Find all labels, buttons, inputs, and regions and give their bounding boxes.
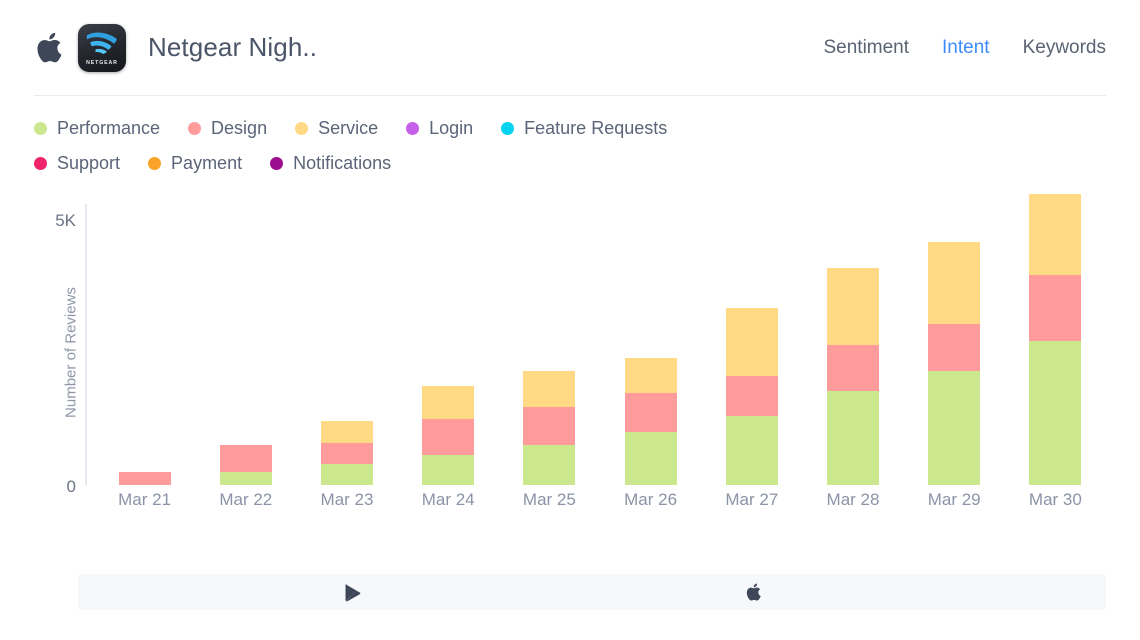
- legend-item-label: Notifications: [293, 153, 391, 174]
- x-axis-label: Mar 30: [1005, 490, 1105, 510]
- legend-item-feature-requests[interactable]: Feature Requests: [501, 118, 667, 139]
- tab-intent[interactable]: Intent: [942, 37, 990, 59]
- x-axis-label: Mar 21: [95, 490, 195, 510]
- legend-item-notifications[interactable]: Notifications: [270, 153, 391, 174]
- x-axis-label: Mar 24: [398, 490, 498, 510]
- bar-segment-design[interactable]: [625, 393, 677, 432]
- legend-color-dot: [188, 122, 201, 135]
- legend-color-dot: [270, 157, 283, 170]
- bar-segment-service[interactable]: [625, 358, 677, 393]
- legend-color-dot: [406, 122, 419, 135]
- legend-color-dot: [148, 157, 161, 170]
- bar-segment-design[interactable]: [1029, 275, 1081, 341]
- x-axis-label: Mar 28: [803, 490, 903, 510]
- legend-item-support[interactable]: Support: [34, 153, 120, 174]
- legend-item-design[interactable]: Design: [188, 118, 267, 139]
- bar-column[interactable]: [625, 358, 677, 485]
- x-axis-label: Mar 23: [297, 490, 397, 510]
- bar-segment-performance[interactable]: [726, 416, 778, 485]
- bar-segment-service[interactable]: [523, 371, 575, 407]
- bar-column[interactable]: [119, 472, 171, 485]
- bar-segment-service[interactable]: [321, 421, 373, 443]
- legend-item-payment[interactable]: Payment: [148, 153, 242, 174]
- tab-keywords[interactable]: Keywords: [1023, 37, 1106, 59]
- y-axis-line: [85, 204, 87, 485]
- x-axis-label: Mar 26: [601, 490, 701, 510]
- x-axis-labels: Mar 21Mar 22Mar 23Mar 24Mar 25Mar 26Mar …: [94, 490, 1106, 514]
- platform-strip: [78, 574, 1106, 610]
- legend-item-label: Feature Requests: [524, 118, 667, 139]
- header: NETGEAR Netgear Nigh.. Sentiment Intent …: [0, 0, 1140, 95]
- legend-item-performance[interactable]: Performance: [34, 118, 160, 139]
- bar-column[interactable]: [827, 268, 879, 485]
- legend-item-label: Design: [211, 118, 267, 139]
- chart-legend: Performance Design Service Login Feature Req…: [0, 96, 800, 174]
- legend-color-dot: [34, 157, 47, 170]
- app-icon-brand-text: NETGEAR: [78, 60, 126, 66]
- legend-color-dot: [34, 122, 47, 135]
- bar-segment-service[interactable]: [928, 242, 980, 324]
- bar-segment-service[interactable]: [726, 308, 778, 376]
- google-play-icon[interactable]: [345, 574, 362, 610]
- bar-column[interactable]: [523, 371, 575, 485]
- bar-segment-design[interactable]: [220, 445, 272, 471]
- bar-segment-design[interactable]: [422, 419, 474, 455]
- nav-tabs: Sentiment Intent Keywords: [823, 37, 1106, 59]
- tab-sentiment[interactable]: Sentiment: [823, 37, 909, 59]
- legend-item-label: Payment: [171, 153, 242, 174]
- bar-column[interactable]: [928, 242, 980, 485]
- x-axis-label: Mar 29: [904, 490, 1004, 510]
- bar-segment-performance[interactable]: [827, 391, 879, 485]
- y-axis-title: Number of Reviews: [63, 268, 80, 438]
- bar-segment-performance[interactable]: [321, 464, 373, 485]
- bar-segment-performance[interactable]: [928, 371, 980, 485]
- bar-segment-design[interactable]: [523, 407, 575, 445]
- legend-item-label: Performance: [57, 118, 160, 139]
- bar-segment-performance[interactable]: [220, 472, 272, 485]
- x-axis-label: Mar 27: [702, 490, 802, 510]
- bar-segment-service[interactable]: [422, 386, 474, 420]
- legend-color-dot: [501, 122, 514, 135]
- bar-segment-service[interactable]: [827, 268, 879, 345]
- bar-segment-design[interactable]: [321, 443, 373, 463]
- bar-segment-design[interactable]: [119, 472, 171, 485]
- bar-segment-performance[interactable]: [422, 455, 474, 485]
- bar-column[interactable]: [220, 445, 272, 485]
- bar-segment-design[interactable]: [928, 324, 980, 371]
- bar-column[interactable]: [321, 421, 373, 485]
- bar-segment-performance[interactable]: [625, 432, 677, 485]
- legend-item-label: Support: [57, 153, 120, 174]
- chart: 5K 0 Number of Reviews Mar 21Mar 22Mar 2…: [34, 174, 1106, 514]
- bar-column[interactable]: [726, 308, 778, 485]
- x-axis-label: Mar 25: [499, 490, 599, 510]
- bar-column[interactable]: [422, 386, 474, 485]
- legend-item-service[interactable]: Service: [295, 118, 378, 139]
- x-axis-label: Mar 22: [196, 490, 296, 510]
- bar-segment-design[interactable]: [827, 345, 879, 392]
- legend-item-label: Service: [318, 118, 378, 139]
- bar-column[interactable]: [1029, 194, 1081, 485]
- app-card: NETGEAR Netgear Nigh.. Sentiment Intent …: [0, 0, 1140, 640]
- page-title: Netgear Nigh..: [148, 32, 317, 63]
- legend-color-dot: [295, 122, 308, 135]
- bar-segment-service[interactable]: [1029, 194, 1081, 274]
- netgear-app-icon: NETGEAR: [78, 24, 126, 72]
- plot-area: [94, 204, 1106, 485]
- bar-segment-design[interactable]: [726, 376, 778, 416]
- legend-item-login[interactable]: Login: [406, 118, 473, 139]
- apple-icon: [34, 31, 64, 65]
- apple-icon-strip[interactable]: [746, 574, 761, 610]
- bar-segment-performance[interactable]: [1029, 341, 1081, 485]
- legend-item-label: Login: [429, 118, 473, 139]
- y-axis-max-label: 5K: [34, 211, 76, 231]
- y-axis-min-label: 0: [34, 477, 76, 497]
- bar-segment-performance[interactable]: [523, 445, 575, 485]
